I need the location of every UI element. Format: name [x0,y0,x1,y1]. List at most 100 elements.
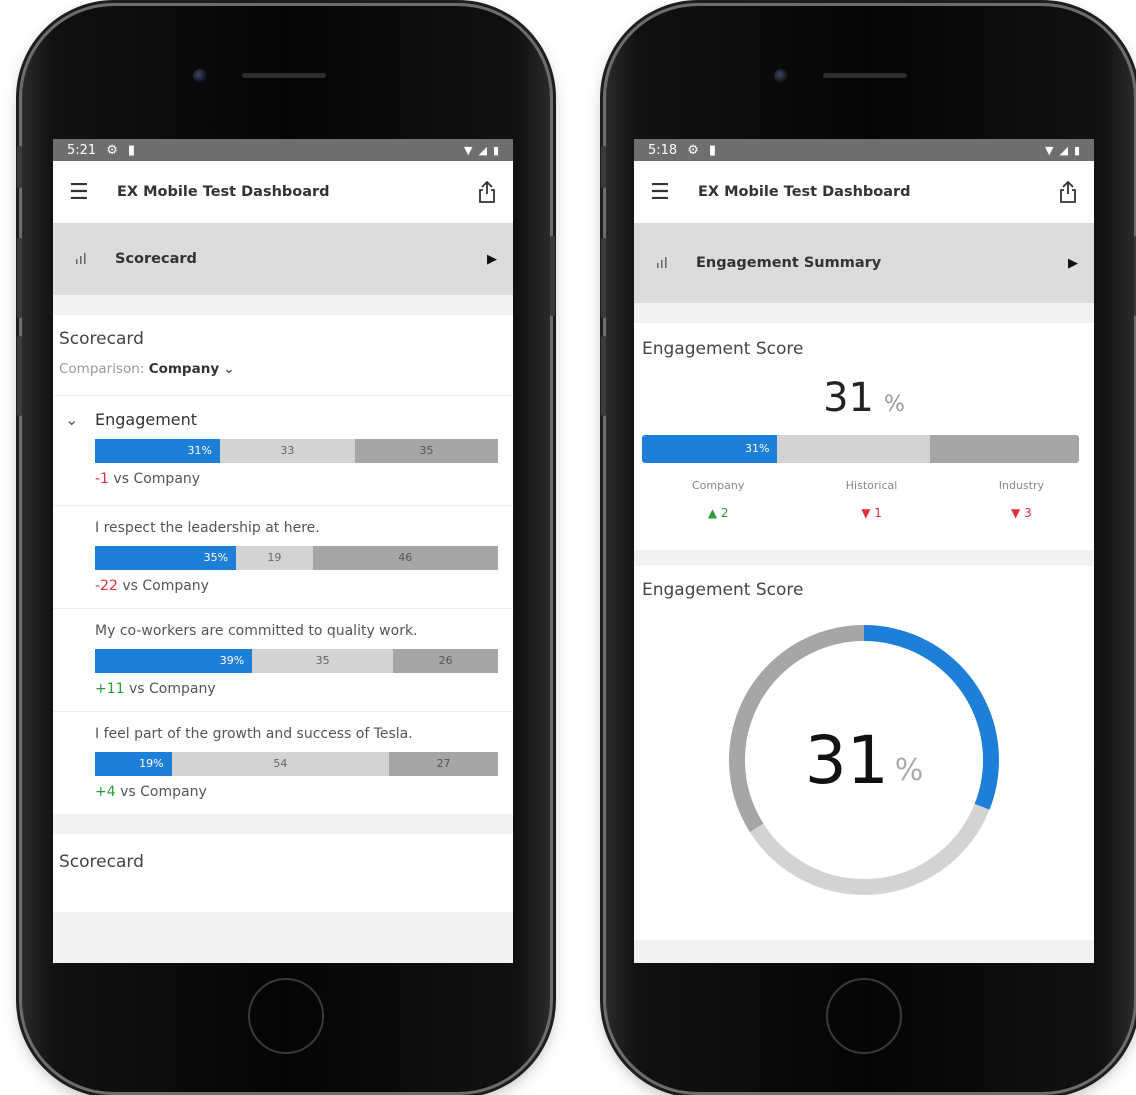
settings-icon: ⚙ [687,142,699,158]
play-icon[interactable]: ▶ [1068,256,1078,271]
comparison-dropdown[interactable]: Comparison: Company ⌄ [59,361,507,377]
page-title: Scorecard [115,251,197,267]
metric-bar: 19% 54 27 [95,752,498,776]
comparison-value: Company [148,361,220,377]
bar-segment: 19% [95,752,172,776]
bar-segment: 19 [236,546,313,570]
play-icon[interactable]: ▶ [487,252,497,267]
hamburger-menu-icon[interactable]: ☰ [69,180,103,205]
metric-label: I feel part of the growth and success of… [95,726,413,742]
gauge: 31 % [714,610,1014,910]
volume-down-button [601,336,606,416]
bar-segment: 27 [389,752,498,776]
comparison-label: Comparison: [59,361,145,377]
bar-segment: 31% [642,435,778,463]
bar-segment: 35 [354,439,498,463]
app-title: EX Mobile Test Dashboard [117,184,330,200]
bar-chart-icon [75,250,95,269]
comparison-label: Industry [998,479,1044,492]
wifi-icon: ▼ [464,143,473,157]
metric-delta: -22 vs Company [95,578,513,594]
page-selector[interactable]: Engagement Summary ▶ [634,223,1094,303]
delta-value: +4 [95,784,116,800]
metric-list: ⌄ Engagement 31% 33 35 -1 vs Company I respect… [53,395,513,814]
metric-bar: 31% 33 35 [95,439,498,463]
metric-row[interactable]: ⌄ Engagement 31% 33 35 -1 vs Company [53,395,513,505]
metric-row[interactable]: I respect the leadership at here. 35% 19 46… [53,505,513,608]
battery-icon: ▮ [492,143,499,157]
bar-segment: 54 [171,752,390,776]
metric-label: My co-workers are committed to quality w… [95,623,418,639]
triangle-up-icon: ▲ [707,506,721,520]
bar-segment: 39% [95,649,253,673]
comparison-label: Company [692,479,745,492]
gauge-card-title: Engagement Score [642,580,804,600]
bar-segment: 33 [219,439,355,463]
metric-bar: 39% 35 26 [95,649,498,673]
comparison-number: 3 [1024,506,1032,520]
metric-delta: +11 vs Company [95,681,513,697]
comparison-industry: Industry ▼ 3 [999,479,1044,520]
page-selector[interactable]: Scorecard ▶ [53,223,513,295]
bar-segment: 26 [393,649,498,673]
metric-bar: 35% 19 46 [95,546,498,570]
delta-value: -1 [95,471,109,487]
score-distribution-bar: 31% [642,435,1079,463]
triangle-down-icon: ▼ [861,506,875,520]
delta-value: +11 [95,681,125,697]
earpiece-speaker [242,73,326,78]
home-button[interactable] [826,978,902,1054]
metric-delta: -1 vs Company [95,471,513,487]
hamburger-menu-icon[interactable]: ☰ [650,180,684,205]
volume-down-button [17,336,22,416]
card-title: Scorecard [59,329,144,349]
comparison-label: Historical [845,479,898,492]
status-time: 5:21 [67,142,97,158]
front-camera [193,69,207,83]
bar-segment [777,435,931,463]
delta-value: -22 [95,578,118,594]
page-title: Engagement Summary [696,255,882,271]
comparison-company: Company ▲ 2 [692,479,744,520]
chevron-down-icon: ⌄ [223,361,235,377]
bar-segment: 46 [312,546,498,570]
screen-right: 5:18 ⚙ ▮ ▼ ◢ ▮ ☰ EX Mobile Test Dashboar… [634,139,1094,963]
score-card-title: Engagement Score [642,339,804,359]
gauge-unit: % [894,752,924,788]
app-title: EX Mobile Test Dashboard [698,184,911,200]
scorecard-card: Scorecard Comparison: Company ⌄ ⌄ Engagem… [53,315,513,814]
screen-left: 5:21 ⚙ ▮ ▼ ◢ ▮ ☰ EX Mobile Test Dashboar… [53,139,513,963]
score-value: 31% [642,375,1086,421]
metric-delta: +4 vs Company [95,784,513,800]
comparison-historical: Historical ▼ 1 [846,479,898,520]
engagement-gauge-card: Engagement Score 31 % [634,566,1094,940]
phone-right: 5:18 ⚙ ▮ ▼ ◢ ▮ ☰ EX Mobile Test Dashboar… [601,6,1136,1092]
gauge-label: 31 % [714,610,1014,910]
bar-segment: 35% [95,546,237,570]
delta-text: vs Company [113,471,201,487]
bar-segment [930,435,1079,463]
home-button[interactable] [248,978,324,1054]
wifi-icon: ▼ [1045,143,1054,157]
share-icon[interactable] [475,180,499,204]
mute-switch [17,146,22,188]
scorecard-card-2: Scorecard [53,834,513,912]
signal-icon: ◢ [478,143,487,157]
settings-icon: ⚙ [106,142,118,158]
engagement-score-card: Engagement Score 31% 31% Company ▲ 2 Histo… [634,323,1094,550]
share-icon[interactable] [1056,180,1080,204]
metric-row[interactable]: I feel part of the growth and success of… [53,711,513,814]
power-button [550,236,555,316]
comparison-value: ▲ 2 [692,506,744,520]
triangle-down-icon: ▼ [1011,506,1025,520]
bar-chart-icon [656,254,676,273]
status-bar: 5:21 ⚙ ▮ ▼ ◢ ▮ [53,139,513,161]
chevron-down-icon[interactable]: ⌄ [65,410,78,429]
front-camera [774,69,788,83]
status-bar: 5:18 ⚙ ▮ ▼ ◢ ▮ [634,139,1094,161]
battery-icon: ▮ [1073,143,1080,157]
metric-row[interactable]: My co-workers are committed to quality w… [53,608,513,711]
metric-label: Engagement [95,410,198,429]
bar-segment: 35 [252,649,394,673]
delta-text: vs Company [122,578,209,594]
